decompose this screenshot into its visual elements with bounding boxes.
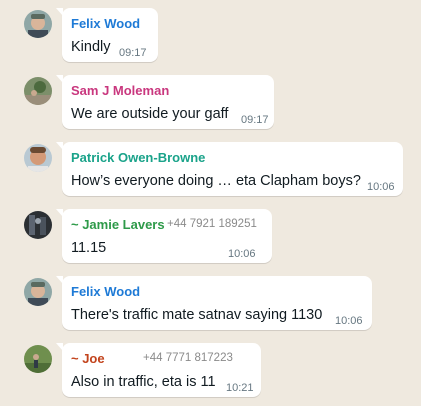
message-text: How’s everyone doing … eta Clapham boys? — [71, 173, 361, 189]
message-bubble[interactable]: Felix Wood There's traffic mate satnav s… — [56, 276, 372, 330]
message-bubble[interactable]: ~ Jamie Lavers +44 7921 189251 11.15 10:… — [56, 209, 272, 263]
jamie-avatar-icon[interactable] — [24, 211, 52, 239]
sam-avatar-icon[interactable] — [24, 77, 52, 105]
message-bubble[interactable]: Felix Wood Kindly 09:17 — [56, 8, 158, 62]
felix-avatar-icon[interactable] — [24, 278, 52, 306]
joe-avatar-icon[interactable] — [24, 345, 52, 373]
sender-name[interactable]: Patrick Owen-Browne — [71, 150, 205, 165]
chat-messages-area: Felix Wood Kindly 09:17 Sam J Moleman We… — [0, 0, 421, 406]
sender-name[interactable]: ~ Jamie Lavers — [71, 217, 165, 232]
message-time: 10:06 — [367, 181, 395, 193]
message-bubble[interactable]: ~ Joe +44 7771 817223 Also in traffic, e… — [56, 343, 261, 397]
message-text: 11.15 — [71, 240, 107, 256]
message-bubble[interactable]: Sam J Moleman We are outside your gaff 0… — [56, 75, 274, 129]
sender-name[interactable]: Sam J Moleman — [71, 83, 169, 98]
sender-name[interactable]: ~ Joe — [71, 351, 105, 366]
sender-name[interactable]: Felix Wood — [71, 284, 140, 299]
felix-avatar-icon[interactable] — [24, 10, 52, 38]
message-text: Kindly — [71, 39, 111, 55]
sender-phone: +44 7921 189251 — [167, 218, 257, 230]
message-text: We are outside your gaff — [71, 106, 229, 122]
sender-name[interactable]: Felix Wood — [71, 16, 140, 31]
message-time: 09:17 — [241, 114, 269, 126]
message-bubble[interactable]: Patrick Owen-Browne How’s everyone doing… — [56, 142, 403, 196]
message-time: 09:17 — [119, 47, 147, 59]
message-text: Also in traffic, eta is 11 — [71, 374, 216, 390]
message-time: 10:06 — [335, 315, 363, 327]
message-text: There's traffic mate satnav saying 1130 — [71, 307, 323, 323]
message-time: 10:21 — [226, 382, 254, 394]
patrick-avatar-icon[interactable] — [24, 144, 52, 172]
sender-phone: +44 7771 817223 — [143, 352, 233, 364]
message-time: 10:06 — [228, 248, 256, 260]
